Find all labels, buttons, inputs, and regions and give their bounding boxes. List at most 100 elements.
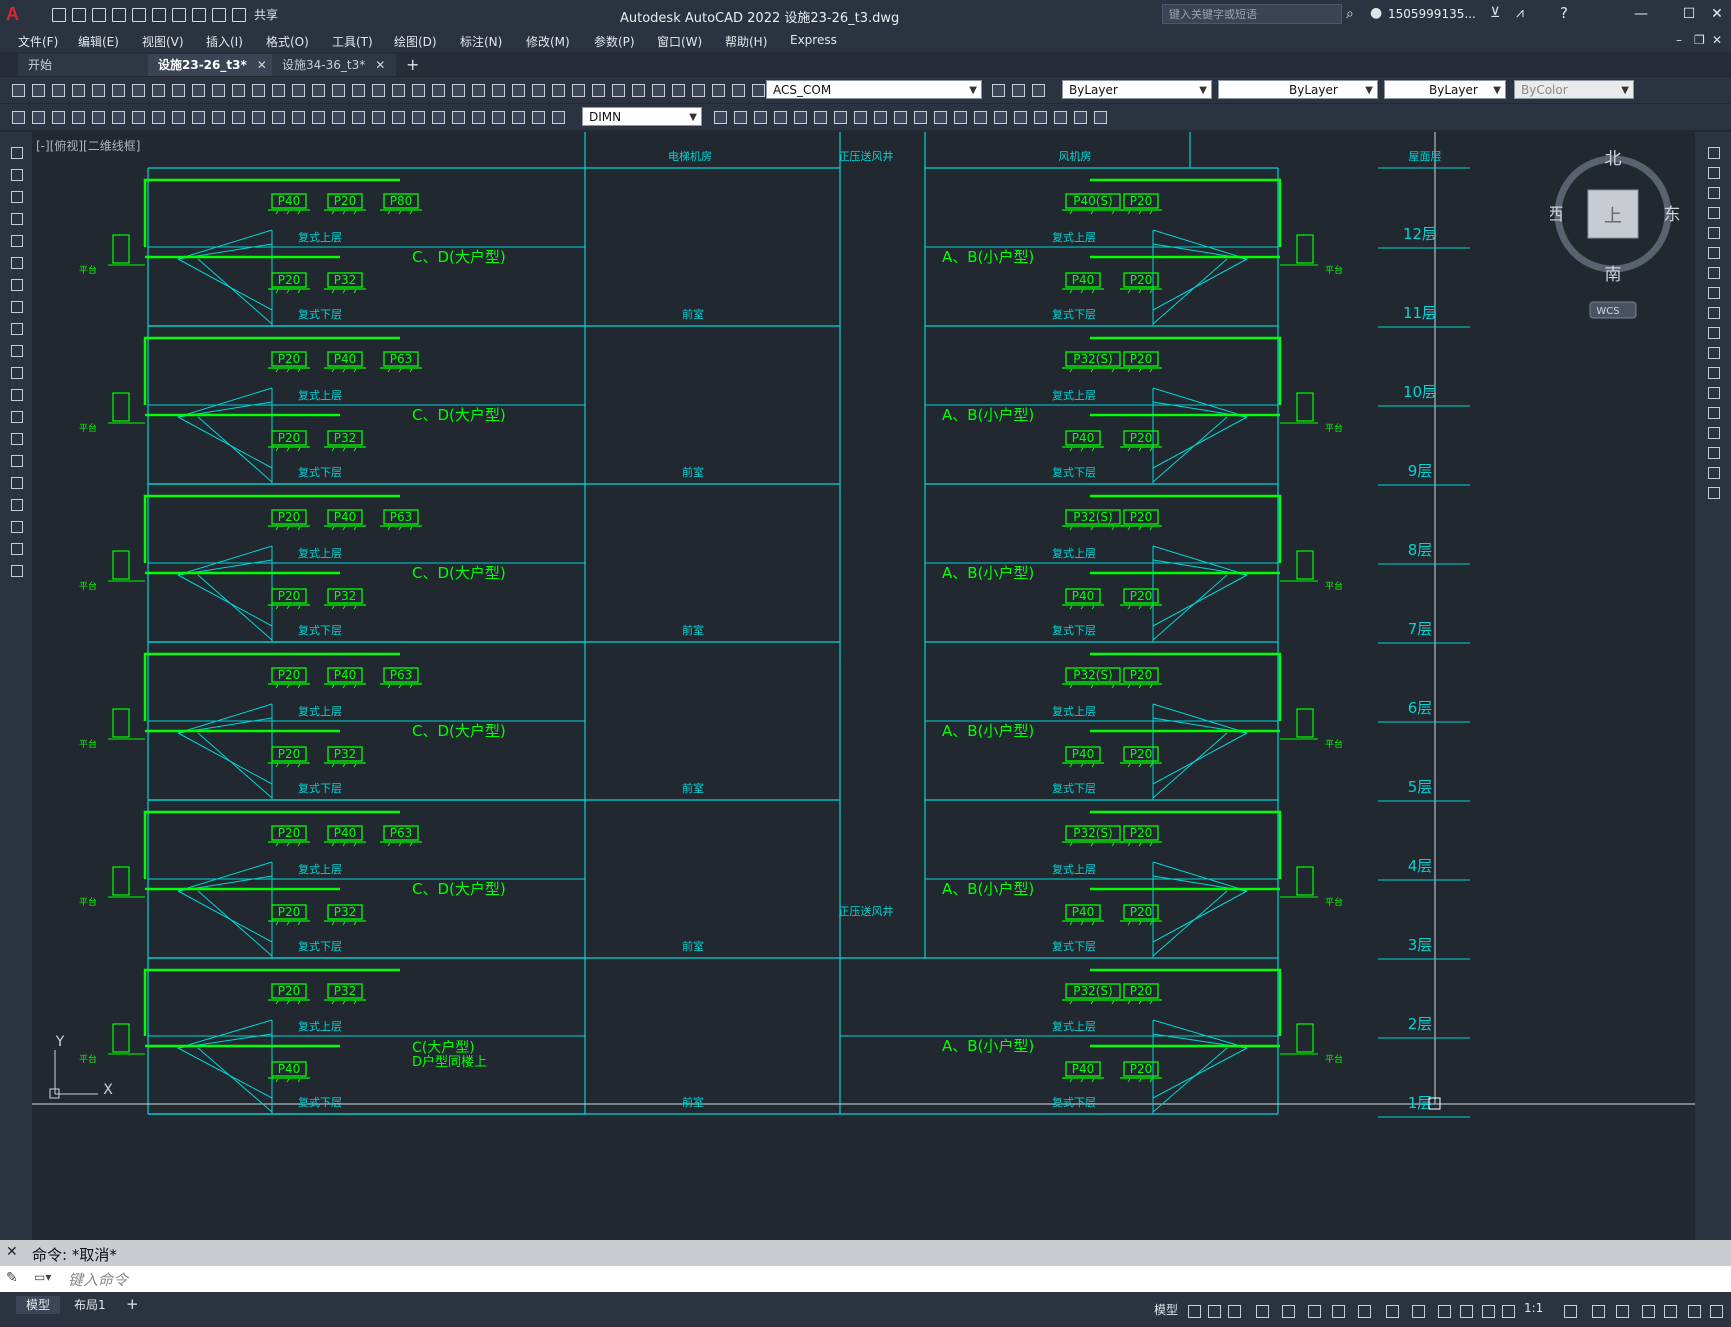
draw-tool-icon[interactable] (8, 430, 24, 446)
menu-edit[interactable]: 编辑(E) (78, 33, 119, 50)
layer-tool-icon[interactable] (1010, 82, 1026, 98)
menu-tools[interactable]: 工具(T) (332, 33, 373, 50)
dim-tool-icon[interactable] (450, 109, 466, 125)
menu-help[interactable]: 帮助(H) (725, 33, 767, 50)
viewcube-east-label[interactable]: 东 (1664, 205, 1681, 225)
status-toggle-icon[interactable] (1662, 1303, 1678, 1319)
status-toggle-icon[interactable] (1562, 1303, 1578, 1319)
dim-tool-icon[interactable] (110, 109, 126, 125)
search-icon[interactable]: ⌕ (1346, 6, 1354, 22)
menu-parametric[interactable]: 参数(P) (594, 33, 635, 50)
minimize-icon[interactable]: — (1630, 4, 1652, 24)
open-file-icon[interactable] (70, 6, 86, 22)
modify-tool-icon[interactable] (752, 109, 768, 125)
status-toggle-icon[interactable] (1500, 1303, 1516, 1319)
modify-tool-icon[interactable] (872, 109, 888, 125)
lineweight-dropdown[interactable]: ByLayer ▼ (1384, 80, 1506, 99)
draw-tool-icon[interactable] (8, 144, 24, 160)
modify-tool-icon[interactable] (1705, 324, 1721, 340)
draw-tool-icon[interactable] (8, 342, 24, 358)
dim-tool-icon[interactable] (190, 109, 206, 125)
save-as-icon[interactable] (110, 6, 126, 22)
modify-tool-icon[interactable] (912, 109, 928, 125)
modify-tool-icon[interactable] (1705, 164, 1721, 180)
modify-tool-icon[interactable] (772, 109, 788, 125)
draw-tool-icon[interactable] (8, 540, 24, 556)
dim-tool-icon[interactable] (550, 109, 566, 125)
modify-tool-icon[interactable] (952, 109, 968, 125)
menu-view[interactable]: 视图(V) (142, 33, 184, 50)
draw-tool-icon[interactable] (8, 320, 24, 336)
doc-minimize-icon[interactable]: – (1676, 33, 1682, 47)
layer-dropdown[interactable]: ACS_COM ▼ (766, 80, 982, 99)
dim-tool-icon[interactable] (230, 109, 246, 125)
add-layout-icon[interactable]: + (126, 1295, 139, 1313)
layer-tool-icon[interactable] (1030, 82, 1046, 98)
user-icon[interactable]: ● (1370, 5, 1382, 21)
status-toggle-icon[interactable] (1614, 1303, 1630, 1319)
toolbar-tool-icon[interactable] (470, 82, 486, 98)
modify-tool-icon[interactable] (712, 109, 728, 125)
redo-icon[interactable] (210, 6, 226, 22)
menu-format[interactable]: 格式(O) (266, 33, 309, 50)
modify-tool-icon[interactable] (1072, 109, 1088, 125)
status-toggle-icon[interactable] (1356, 1303, 1372, 1319)
status-toggle-icon[interactable] (1226, 1303, 1242, 1319)
new-tab-icon[interactable]: + (406, 55, 419, 74)
toolbar-tool-icon[interactable] (30, 82, 46, 98)
toolbar-tool-icon[interactable] (270, 82, 286, 98)
layout1-tab[interactable]: 布局1 (64, 1296, 116, 1314)
toolbar-tool-icon[interactable] (150, 82, 166, 98)
dim-tool-icon[interactable] (430, 109, 446, 125)
tab-start[interactable]: 开始 (18, 54, 148, 76)
toolbar-tool-icon[interactable] (550, 82, 566, 98)
status-toggle-icon[interactable] (1330, 1303, 1346, 1319)
plotstyle-dropdown[interactable]: ByColor ▼ (1514, 80, 1634, 99)
command-dropdown-icon[interactable]: ▭▾ (34, 1270, 51, 1284)
toolbar-tool-icon[interactable] (70, 82, 86, 98)
modify-tool-icon[interactable] (1705, 364, 1721, 380)
toolbar-tool-icon[interactable] (170, 82, 186, 98)
toolbar-tool-icon[interactable] (370, 82, 386, 98)
modify-tool-icon[interactable] (732, 109, 748, 125)
modify-tool-icon[interactable] (1705, 284, 1721, 300)
dim-tool-icon[interactable] (410, 109, 426, 125)
toolbar-tool-icon[interactable] (50, 82, 66, 98)
draw-tool-icon[interactable] (8, 364, 24, 380)
linetype-dropdown[interactable]: ByLayer ▼ (1218, 80, 1378, 99)
wrench-icon[interactable]: ✎ (6, 1270, 18, 1286)
modify-tool-icon[interactable] (1705, 444, 1721, 460)
dim-tool-icon[interactable] (50, 109, 66, 125)
toolbar-tool-icon[interactable] (490, 82, 506, 98)
modify-tool-icon[interactable] (932, 109, 948, 125)
tab-drawing-23-26[interactable]: 设施23-26_t3* ✕ (148, 54, 272, 76)
modify-tool-icon[interactable] (1705, 484, 1721, 500)
modify-tool-icon[interactable] (1052, 109, 1068, 125)
toolbar-tool-icon[interactable] (290, 82, 306, 98)
menu-modify[interactable]: 修改(M) (526, 33, 570, 50)
toolbar-tool-icon[interactable] (670, 82, 686, 98)
toolbar-tool-icon[interactable] (250, 82, 266, 98)
toolbar-tool-icon[interactable] (610, 82, 626, 98)
toolbar-tool-icon[interactable] (350, 82, 366, 98)
menu-insert[interactable]: 插入(I) (206, 33, 243, 50)
toolbar-tool-icon[interactable] (430, 82, 446, 98)
toolbar-tool-icon[interactable] (130, 82, 146, 98)
save-web-icon[interactable] (150, 6, 166, 22)
draw-tool-icon[interactable] (8, 188, 24, 204)
dim-tool-icon[interactable] (270, 109, 286, 125)
draw-tool-icon[interactable] (8, 298, 24, 314)
status-toggle-icon[interactable] (1686, 1303, 1702, 1319)
close-icon[interactable]: ✕ (1706, 4, 1728, 24)
status-toggle-icon[interactable] (1186, 1303, 1202, 1319)
help-icon[interactable]: ? (1560, 4, 1568, 22)
viewcube[interactable]: 上 北 南 东 西 WCS (1547, 149, 1681, 330)
toolbar-tool-icon[interactable] (390, 82, 406, 98)
dim-tool-icon[interactable] (210, 109, 226, 125)
modify-tool-icon[interactable] (792, 109, 808, 125)
menu-express[interactable]: Express (790, 33, 837, 47)
draw-tool-icon[interactable] (8, 210, 24, 226)
modify-tool-icon[interactable] (1705, 344, 1721, 360)
plot-icon[interactable] (170, 6, 186, 22)
command-input[interactable]: 键入命令 (68, 1269, 128, 1290)
